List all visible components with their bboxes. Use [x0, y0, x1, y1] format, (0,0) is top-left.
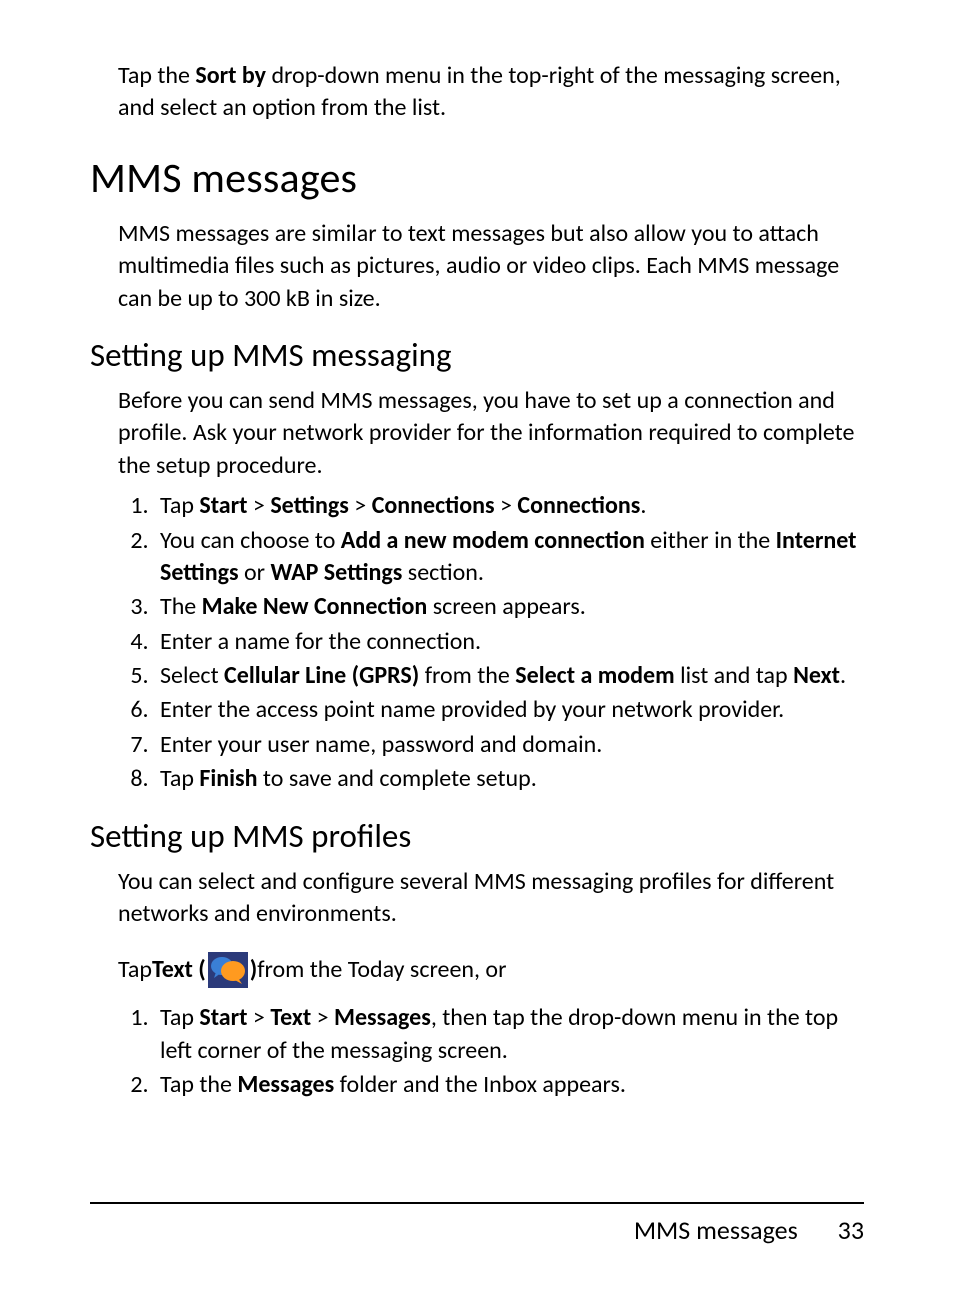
text: Tap [160, 764, 199, 793]
list-item: Tap Finish to save and complete setup. [154, 763, 864, 795]
footer-text: MMS messages 33 [90, 1214, 864, 1246]
text: > [349, 491, 372, 520]
list-item: Select Cellular Line (GPRS) from the Sel… [154, 660, 864, 692]
text: . [840, 661, 846, 690]
text: folder and the Inbox appears. [334, 1070, 626, 1099]
bold-term: Cellular Line (GPRS) [224, 661, 419, 690]
setup-description: Before you can send MMS messages, you ha… [118, 385, 864, 482]
bold-term: Make New Connection [202, 592, 428, 621]
footer-divider [90, 1202, 864, 1204]
text: screen appears. [427, 592, 585, 621]
text: Select [160, 661, 224, 690]
bold-term: Sort by [195, 61, 266, 90]
list-item: Enter the access point name provided by … [154, 694, 864, 726]
bold-term: Add a new modem connection [341, 526, 645, 555]
list-item: Enter your user name, password and domai… [154, 729, 864, 761]
text: Tap the [118, 61, 195, 90]
text: . [640, 491, 646, 520]
list-item: You can choose to Add a new modem connec… [154, 525, 864, 590]
bold-term: Start [199, 1003, 247, 1032]
text: section. [402, 558, 484, 587]
text: > [495, 491, 518, 520]
bold-term: Finish [199, 764, 257, 793]
text: > [248, 491, 271, 520]
profiles-description: You can select and configure several MMS… [118, 866, 864, 931]
text: > [248, 1003, 271, 1032]
text: Tap [160, 491, 199, 520]
bold-term: Select a modem [515, 661, 674, 690]
text: list and tap [675, 661, 793, 690]
text: Tap [160, 1003, 199, 1032]
bold-term: Connections [517, 491, 640, 520]
setup-steps-list: Tap Start > Settings > Connections > Con… [118, 490, 864, 796]
text: from the [419, 661, 515, 690]
bold-term: Text [270, 1003, 311, 1032]
bold-term: ) [250, 954, 257, 986]
document-page: Tap the Sort by drop-down menu in the to… [0, 0, 954, 1316]
text: to save and complete setup. [258, 764, 537, 793]
text: The [160, 592, 202, 621]
text: either in the [645, 526, 776, 555]
heading-mms-messages: MMS messages [90, 153, 864, 204]
bold-term: Messages [334, 1003, 431, 1032]
footer-title: MMS messages [634, 1214, 798, 1246]
bold-term: Start [199, 491, 247, 520]
page-number: 33 [838, 1214, 864, 1246]
text: > [311, 1003, 334, 1032]
text: Tap the [160, 1070, 237, 1099]
bold-term: Next [793, 661, 840, 690]
intro-paragraph: Tap the Sort by drop-down menu in the to… [118, 60, 864, 125]
list-item: Enter a name for the connection. [154, 626, 864, 658]
page-footer: MMS messages 33 [90, 1202, 864, 1246]
messaging-icon [208, 952, 248, 988]
list-item: The Make New Connection screen appears. [154, 591, 864, 623]
bold-term: Settings [270, 491, 349, 520]
bold-term: Text ( [152, 954, 206, 986]
bold-term: Messages [237, 1070, 334, 1099]
list-item: Tap Start > Text > Messages, then tap th… [154, 1002, 864, 1067]
heading-setting-up-mms-profiles: Setting up MMS profiles [90, 816, 864, 856]
bold-term: Connections [372, 491, 495, 520]
text: or [239, 558, 271, 587]
text: from the Today screen, or [257, 954, 506, 986]
heading-setting-up-mms-messaging: Setting up MMS messaging [90, 335, 864, 375]
bold-term: WAP Settings [270, 558, 402, 587]
profiles-steps-list: Tap Start > Text > Messages, then tap th… [118, 1002, 864, 1101]
text: You can choose to [160, 526, 341, 555]
list-item: Tap Start > Settings > Connections > Con… [154, 490, 864, 522]
mms-description: MMS messages are similar to text message… [118, 218, 864, 315]
list-item: Tap the Messages folder and the Inbox ap… [154, 1069, 864, 1101]
text: Tap [118, 954, 152, 986]
tap-text-line: Tap Text ( ) from the Today screen, or [118, 952, 506, 988]
